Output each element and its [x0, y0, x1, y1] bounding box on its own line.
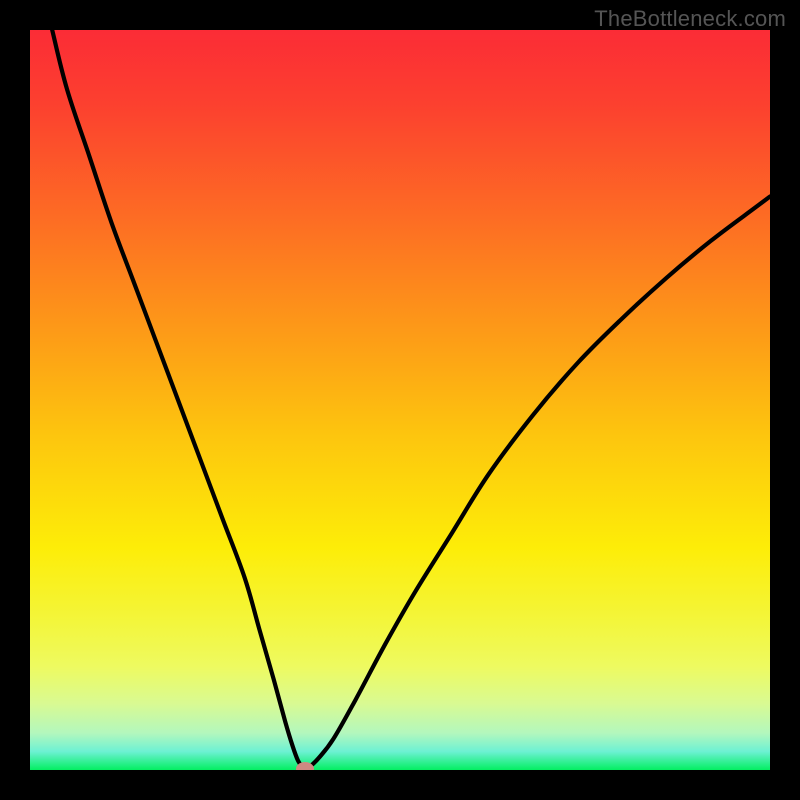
- watermark-text: TheBottleneck.com: [594, 6, 786, 32]
- curve-svg: [30, 30, 770, 770]
- plot-area: [30, 30, 770, 770]
- optimal-point-marker: [296, 762, 314, 770]
- chart-container: TheBottleneck.com: [0, 0, 800, 800]
- bottleneck-curve: [52, 30, 770, 769]
